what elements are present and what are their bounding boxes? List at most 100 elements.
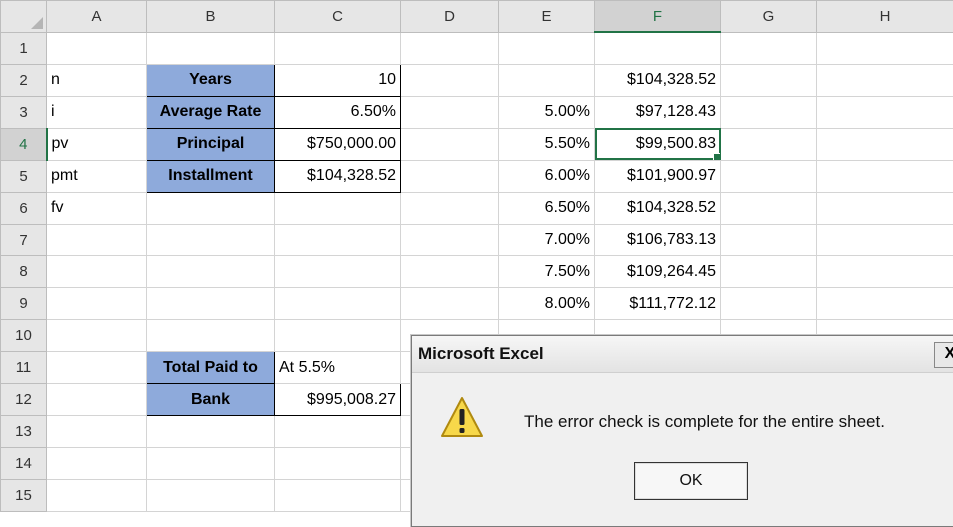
cell-c15[interactable] [275,479,401,511]
cell-c4[interactable]: $750,000.00 [275,128,401,160]
cell-b12[interactable]: Bank [147,384,275,416]
row-header-1[interactable]: 1 [1,32,47,64]
cell-a9[interactable] [47,288,147,320]
cell-g9[interactable] [721,288,817,320]
cell-a2[interactable]: n [47,64,147,96]
cell-d8[interactable] [401,256,499,288]
cell-c14[interactable] [275,448,401,480]
row-header-3[interactable]: 3 [1,96,47,128]
cell-g5[interactable] [721,160,817,192]
cell-a5[interactable]: pmt [47,160,147,192]
cell-b1[interactable] [147,32,275,64]
row-header-7[interactable]: 7 [1,224,47,256]
cell-d2[interactable] [401,64,499,96]
cell-c1[interactable] [275,32,401,64]
row-header-5[interactable]: 5 [1,160,47,192]
cell-b10[interactable] [147,320,275,352]
cell-g1[interactable] [721,32,817,64]
column-header-f[interactable]: F [595,1,721,33]
cell-c12[interactable]: $995,008.27 [275,384,401,416]
row-header-6[interactable]: 6 [1,192,47,224]
cell-d6[interactable] [401,192,499,224]
cell-f7[interactable]: $106,783.13 [595,224,721,256]
cell-a13[interactable] [47,416,147,448]
cell-b6[interactable] [147,192,275,224]
cell-h8[interactable] [817,256,953,288]
row-header-14[interactable]: 14 [1,448,47,480]
row-header-12[interactable]: 12 [1,384,47,416]
row-header-4[interactable]: 4 [1,128,47,160]
cell-f2[interactable]: $104,328.52 [595,64,721,96]
cell-e7[interactable]: 7.00% [499,224,595,256]
cell-a14[interactable] [47,448,147,480]
cell-b5[interactable]: Installment [147,160,275,192]
cell-c2[interactable]: 10 [275,64,401,96]
cell-e9[interactable]: 8.00% [499,288,595,320]
cell-d7[interactable] [401,224,499,256]
cell-c13[interactable] [275,416,401,448]
cell-f5[interactable]: $101,900.97 [595,160,721,192]
cell-b2[interactable]: Years [147,64,275,96]
cell-e5[interactable]: 6.00% [499,160,595,192]
row-header-9[interactable]: 9 [1,288,47,320]
select-all-corner[interactable] [1,1,47,33]
cell-c9[interactable] [275,288,401,320]
cell-b7[interactable] [147,224,275,256]
cell-h6[interactable] [817,192,953,224]
cell-h4[interactable] [817,128,953,160]
close-button[interactable]: X [934,342,953,368]
cell-d3[interactable] [401,96,499,128]
cell-b13[interactable] [147,416,275,448]
cell-e8[interactable]: 7.50% [499,256,595,288]
row-header-13[interactable]: 13 [1,416,47,448]
cell-b15[interactable] [147,479,275,511]
cell-e2[interactable] [499,64,595,96]
cell-f9[interactable]: $111,772.12 [595,288,721,320]
cell-e4[interactable]: 5.50% [499,128,595,160]
cell-g2[interactable] [721,64,817,96]
cell-g6[interactable] [721,192,817,224]
cell-d4[interactable] [401,128,499,160]
cell-a1[interactable] [47,32,147,64]
cell-c6[interactable] [275,192,401,224]
cell-a3[interactable]: i [47,96,147,128]
column-header-g[interactable]: G [721,1,817,33]
cell-a6[interactable]: fv [47,192,147,224]
cell-e1[interactable] [499,32,595,64]
cell-g4[interactable] [721,128,817,160]
cell-c11[interactable]: At 5.5% [275,352,401,384]
cell-a8[interactable] [47,256,147,288]
cell-f6[interactable]: $104,328.52 [595,192,721,224]
cell-h5[interactable] [817,160,953,192]
cell-d1[interactable] [401,32,499,64]
row-header-2[interactable]: 2 [1,64,47,96]
column-header-h[interactable]: H [817,1,953,33]
cell-h3[interactable] [817,96,953,128]
cell-b4[interactable]: Principal [147,128,275,160]
cell-h2[interactable] [817,64,953,96]
cell-b14[interactable] [147,448,275,480]
cell-d9[interactable] [401,288,499,320]
cell-h7[interactable] [817,224,953,256]
column-header-b[interactable]: B [147,1,275,33]
row-header-15[interactable]: 15 [1,479,47,511]
cell-a15[interactable] [47,479,147,511]
cell-f8[interactable]: $109,264.45 [595,256,721,288]
cell-g7[interactable] [721,224,817,256]
cell-b8[interactable] [147,256,275,288]
cell-b3[interactable]: Average Rate [147,96,275,128]
cell-d5[interactable] [401,160,499,192]
cell-h9[interactable] [817,288,953,320]
row-header-8[interactable]: 8 [1,256,47,288]
cell-a11[interactable] [47,352,147,384]
cell-a4[interactable]: pv [47,128,147,160]
cell-e6[interactable]: 6.50% [499,192,595,224]
cell-b9[interactable] [147,288,275,320]
cell-f4-active[interactable]: $99,500.83 [595,128,721,160]
cell-c10[interactable] [275,320,401,352]
column-header-d[interactable]: D [401,1,499,33]
cell-g8[interactable] [721,256,817,288]
cell-g3[interactable] [721,96,817,128]
cell-h1[interactable] [817,32,953,64]
ok-button[interactable]: OK [634,462,748,500]
